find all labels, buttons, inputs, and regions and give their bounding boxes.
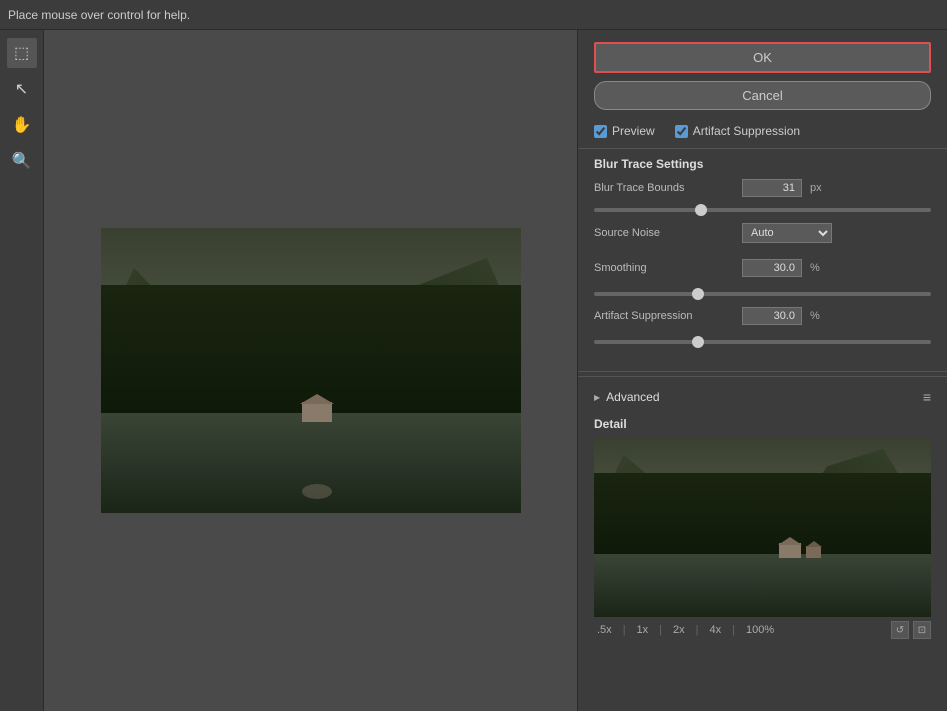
smoothing-slider[interactable]: [594, 292, 931, 296]
marquee-tool[interactable]: ⬚: [7, 38, 37, 68]
artifact-suppression-slider-container: [594, 333, 931, 355]
artifact-suppression-unit: %: [810, 310, 830, 322]
status-bar: Place mouse over control for help.: [0, 0, 947, 30]
toolbar: ⬚ ↖ ✋ 🔍: [0, 30, 44, 711]
blur-trace-settings: Blur Trace Settings Blur Trace Bounds px…: [578, 153, 947, 367]
section-title-blur: Blur Trace Settings: [594, 153, 931, 179]
detail-zoom-bar: .5x | 1x | 2x | 4x | 100% ↺ ⊡: [594, 617, 931, 643]
artifact-suppression-row: Artifact Suppression %: [594, 307, 931, 325]
zoom-100[interactable]: 100%: [743, 623, 777, 637]
main-layout: ⬚ ↖ ✋ 🔍 OK Cancel Preview: [0, 30, 947, 711]
source-noise-row: Source Noise Auto Low Medium High: [594, 223, 931, 243]
preview-label: Preview: [612, 124, 655, 138]
zoom-icon-fit[interactable]: ⊡: [913, 621, 931, 639]
hand-tool[interactable]: ✋: [7, 110, 37, 140]
select-tool[interactable]: ↖: [7, 74, 37, 104]
detail-house: [779, 543, 801, 558]
spacer-1: [594, 251, 931, 259]
main-canvas[interactable]: [101, 228, 521, 513]
artifact-suppression-input[interactable]: [742, 307, 802, 325]
detail-image[interactable]: [594, 437, 931, 617]
detail-water: [594, 554, 931, 617]
checkboxes-row: Preview Artifact Suppression: [578, 118, 947, 144]
blur-trace-slider-container: [594, 201, 931, 223]
zoom-1x[interactable]: 1x: [634, 623, 652, 637]
zoom-0.5x[interactable]: .5x: [594, 623, 615, 637]
zoom-icon-undo[interactable]: ↺: [891, 621, 909, 639]
menu-icon[interactable]: ≡: [923, 389, 931, 405]
blur-trace-bounds-row: Blur Trace Bounds px: [594, 179, 931, 197]
preview-checkbox-label[interactable]: Preview: [594, 124, 655, 138]
advanced-section: ▶ Advanced ≡ Detail .5x |: [578, 376, 947, 643]
advanced-left: ▶ Advanced: [594, 390, 660, 404]
ok-button[interactable]: OK: [594, 42, 931, 73]
divider-1: [578, 148, 947, 149]
source-noise-dropdown[interactable]: Auto Low Medium High: [742, 223, 832, 243]
zoom-tool[interactable]: 🔍: [7, 146, 37, 176]
triangle-icon: ▶: [594, 393, 600, 402]
canvas-reflection: [302, 484, 332, 499]
source-noise-label: Source Noise: [594, 227, 734, 239]
blur-trace-bounds-unit: px: [810, 182, 830, 194]
canvas-house: [302, 402, 332, 422]
zoom-sep1: |: [623, 624, 626, 636]
zoom-sep3: |: [696, 624, 699, 636]
panel-buttons: OK Cancel: [578, 30, 947, 118]
blur-trace-bounds-label: Blur Trace Bounds: [594, 182, 734, 194]
smoothing-input[interactable]: [742, 259, 802, 277]
right-panel: OK Cancel Preview Artifact Suppression B…: [577, 30, 947, 711]
smoothing-unit: %: [810, 262, 830, 274]
smoothing-slider-container: [594, 285, 931, 307]
preview-checkbox[interactable]: [594, 125, 607, 138]
artifact-suppression-checkbox-label[interactable]: Artifact Suppression: [675, 124, 800, 138]
detail-label: Detail: [594, 417, 931, 431]
artifact-suppression-setting-label: Artifact Suppression: [594, 310, 734, 322]
artifact-suppression-slider[interactable]: [594, 340, 931, 344]
cancel-button[interactable]: Cancel: [594, 81, 931, 110]
artifact-suppression-checkbox[interactable]: [675, 125, 688, 138]
detail-house2: [806, 546, 821, 558]
help-text: Place mouse over control for help.: [8, 8, 190, 22]
smoothing-row: Smoothing %: [594, 259, 931, 277]
zoom-sep4: |: [732, 624, 735, 636]
divider-2: [578, 371, 947, 372]
zoom-4x[interactable]: 4x: [707, 623, 725, 637]
detail-forest: [594, 473, 931, 563]
zoom-2x[interactable]: 2x: [670, 623, 688, 637]
detail-section: Detail .5x | 1x | 2x | 4x: [594, 409, 931, 643]
canvas-area: [44, 30, 577, 711]
blur-trace-slider[interactable]: [594, 208, 931, 212]
artifact-suppression-label: Artifact Suppression: [693, 124, 800, 138]
blur-trace-bounds-input[interactable]: [742, 179, 802, 197]
zoom-sep2: |: [659, 624, 662, 636]
advanced-label: Advanced: [606, 390, 659, 404]
advanced-header[interactable]: ▶ Advanced ≡: [594, 385, 931, 409]
zoom-controls-right: ↺ ⊡: [891, 621, 931, 639]
smoothing-label: Smoothing: [594, 262, 734, 274]
